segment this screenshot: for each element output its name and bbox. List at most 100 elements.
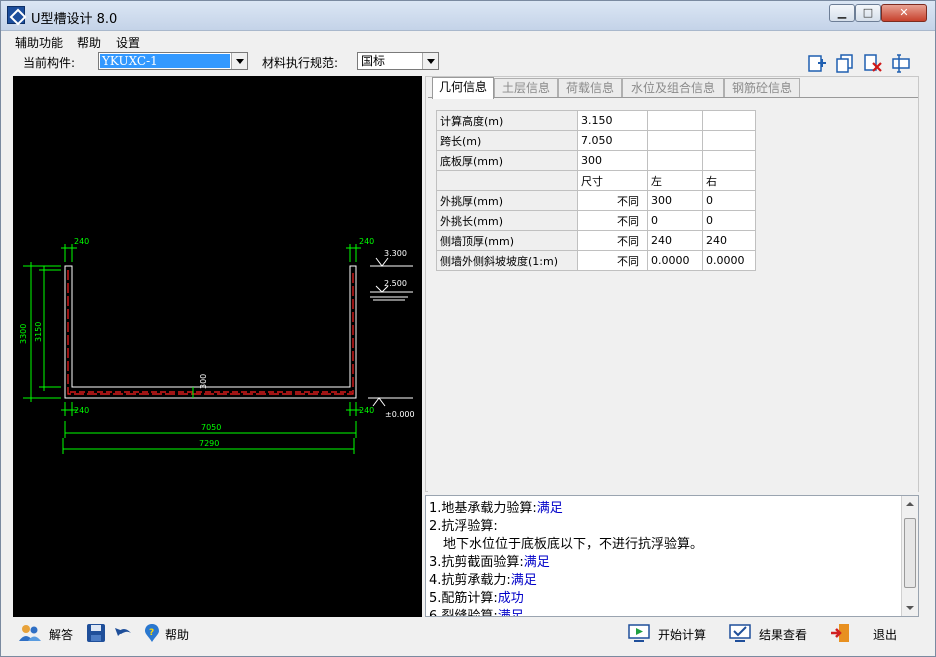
row-mode-select[interactable]: 不同: [577, 210, 648, 231]
dim-span-inner: 7050: [201, 423, 221, 432]
table-row: 底板厚(mm) 300: [436, 150, 756, 171]
dim-bottom-left-wall: 240: [74, 406, 89, 415]
rename-component-icon[interactable]: [891, 53, 911, 73]
geometry-table: 计算高度(m) 3.150 跨长(m) 7.050 底板厚(mm) 300 尺寸…: [436, 110, 756, 271]
row-left-input[interactable]: 240: [647, 230, 703, 251]
row-right-cell: [702, 130, 756, 151]
row-label: 计算高度(m): [436, 110, 578, 131]
column-header-left: 左: [647, 170, 703, 191]
dim-bottom-right-wall: 240: [359, 406, 374, 415]
result-item-label: 1.地基承载力验算:: [429, 501, 537, 516]
dim-top-right-wall: 240: [359, 237, 374, 246]
row-mode-select[interactable]: 不同: [577, 190, 648, 211]
result-item-label: 6.裂缝验算:: [429, 609, 498, 617]
result-item-label: 4.抗剪承载力:: [429, 573, 511, 588]
table-row: 外挑厚(mm) 不同 300 0: [436, 190, 756, 211]
view-results-button[interactable]: 结果查看: [759, 625, 807, 645]
row-left-input[interactable]: 0.0000: [647, 250, 703, 271]
new-component-icon[interactable]: [807, 53, 827, 73]
row-label: 侧墙顶厚(mm): [436, 230, 578, 251]
scroll-down-icon[interactable]: [906, 606, 914, 610]
tab-load[interactable]: 荷载信息: [558, 78, 622, 98]
table-header-row: 尺寸 左 右: [436, 170, 756, 191]
standard-label: 材料执行规范:: [262, 56, 339, 70]
results-scrollbar[interactable]: [901, 496, 918, 616]
row-right-input[interactable]: 0: [702, 210, 756, 231]
maximize-button[interactable]: □: [855, 4, 881, 22]
title-bar: U型槽设计 8.0 ▁ □ ✕: [1, 1, 935, 31]
u-channel-outline: [64, 265, 357, 399]
answer-button[interactable]: 解答: [49, 625, 73, 645]
row-left-cell: [647, 130, 703, 151]
menu-tools[interactable]: 辅助功能: [15, 34, 63, 51]
result-status: 成功: [497, 591, 524, 606]
result-line: 5.配筋计算:成功: [429, 590, 899, 608]
row-label: 外挑长(mm): [436, 210, 578, 231]
users-icon[interactable]: [19, 623, 41, 643]
tab-water-combo[interactable]: 水位及组合信息: [622, 78, 724, 98]
row-value-input[interactable]: 3.150: [577, 110, 648, 131]
scroll-up-icon[interactable]: [906, 502, 914, 506]
table-row: 侧墙顶厚(mm) 不同 240 240: [436, 230, 756, 251]
svg-text:?: ?: [149, 628, 154, 638]
component-select-value: YKUXC-1: [100, 54, 230, 68]
row-right-input[interactable]: 240: [702, 230, 756, 251]
row-value-input[interactable]: 300: [577, 150, 648, 171]
row-left-cell: [647, 150, 703, 171]
result-status: 满足: [536, 501, 563, 516]
elevation-water: 2.500: [384, 279, 407, 288]
tab-soil[interactable]: 土层信息: [494, 78, 558, 98]
dim-top-left-wall: 240: [74, 237, 89, 246]
app-logo-icon: [7, 6, 25, 24]
row-mode-select[interactable]: 不同: [577, 230, 648, 251]
scroll-thumb[interactable]: [904, 518, 916, 588]
component-select[interactable]: YKUXC-1: [98, 52, 248, 70]
undo-icon[interactable]: [113, 623, 135, 643]
dim-span-outer: 7290: [199, 439, 219, 448]
result-line: 3.抗剪截面验算:满足: [429, 554, 899, 572]
row-right-input[interactable]: 0: [702, 190, 756, 211]
chevron-down-icon[interactable]: [231, 53, 247, 69]
row-right-cell: [702, 150, 756, 171]
row-label: 侧墙外侧斜坡坡度(1:m): [436, 250, 578, 271]
menu-help[interactable]: 帮助: [77, 34, 101, 51]
result-item-label: 3.抗剪截面验算:: [429, 555, 524, 570]
table-row: 计算高度(m) 3.150: [436, 110, 756, 131]
row-label: 跨长(m): [436, 130, 578, 151]
standard-select[interactable]: 国标: [357, 52, 439, 70]
result-status: 满足: [510, 573, 537, 588]
row-left-input[interactable]: 300: [647, 190, 703, 211]
column-header-size: 尺寸: [577, 170, 648, 191]
start-calc-button[interactable]: 开始计算: [658, 625, 706, 645]
save-icon[interactable]: [85, 623, 107, 643]
window-title: U型槽设计 8.0: [31, 12, 118, 27]
tab-geometry[interactable]: 几何信息: [432, 77, 494, 99]
dim-height-inner: 3150: [34, 322, 43, 342]
drawing-canvas[interactable]: 240 240 240 240 7050 7290 3300 3150 300 …: [13, 76, 422, 617]
row-mode-select[interactable]: 不同: [577, 250, 648, 271]
row-left-input[interactable]: 0: [647, 210, 703, 231]
elevation-labels: 3.300 2.500 ±0.000: [384, 249, 415, 419]
standard-select-value: 国标: [361, 54, 386, 68]
close-button[interactable]: ✕: [881, 4, 927, 22]
minimize-button[interactable]: ▁: [829, 4, 855, 22]
results-output[interactable]: 1.地基承载力验算:满足 2.抗浮验算: 地下水位位于底板底以下，不进行抗浮验算…: [425, 495, 919, 617]
monitor-check-icon[interactable]: [729, 623, 751, 643]
action-bar: 解答 ? 帮助 开始计算 结果查看 退出: [1, 619, 935, 649]
monitor-play-icon[interactable]: [628, 623, 650, 643]
row-right-input[interactable]: 0.0000: [702, 250, 756, 271]
elevation-ground: ±0.000: [385, 410, 415, 419]
delete-component-icon[interactable]: [863, 53, 883, 73]
copy-component-icon[interactable]: [835, 53, 855, 73]
component-label: 当前构件:: [23, 56, 76, 70]
dim-height-outer: 3300: [19, 324, 28, 344]
row-value-input[interactable]: 7.050: [577, 130, 648, 151]
help-button[interactable]: 帮助: [165, 625, 189, 645]
help-icon[interactable]: ?: [141, 623, 163, 643]
exit-door-icon[interactable]: [829, 623, 851, 643]
tab-rebar[interactable]: 钢筋砼信息: [724, 78, 800, 98]
chevron-down-icon[interactable]: [422, 53, 438, 69]
exit-button[interactable]: 退出: [873, 625, 897, 645]
menu-settings[interactable]: 设置: [116, 34, 140, 51]
result-detail: 地下水位位于底板底以下，不进行抗浮验算。: [443, 537, 704, 552]
